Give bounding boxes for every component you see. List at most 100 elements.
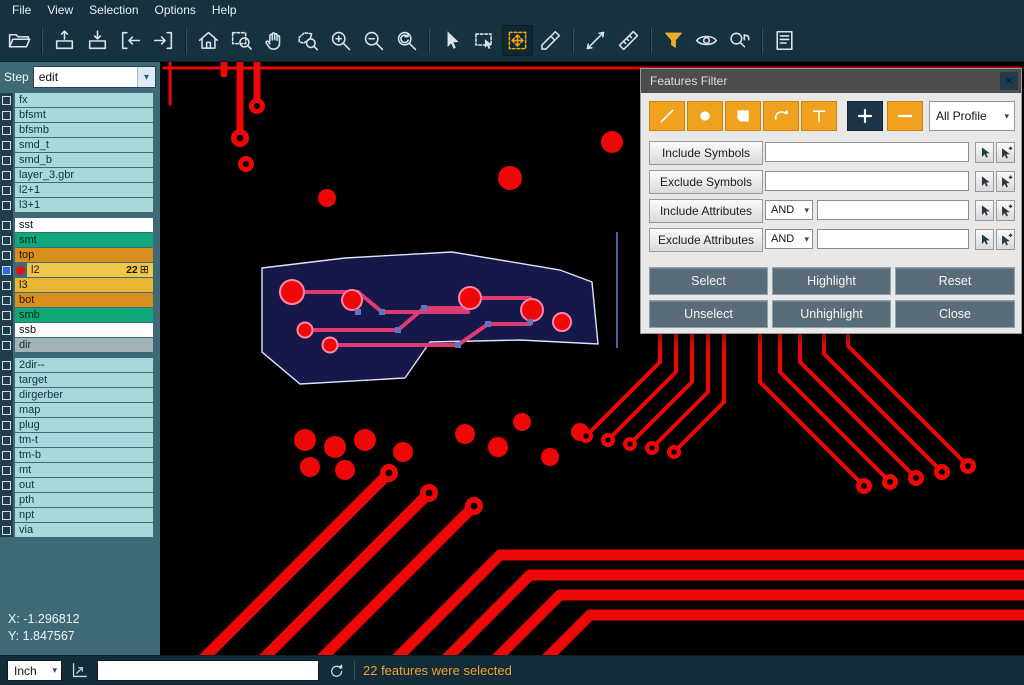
layer-visibility-checkbox[interactable]: [0, 96, 13, 105]
layer-name-bar[interactable]: pth: [15, 493, 153, 507]
layer-visibility-checkbox[interactable]: [0, 341, 13, 350]
layer-row-bot[interactable]: bot: [0, 293, 160, 307]
exclude-symbols-button[interactable]: Exclude Symbols: [649, 170, 763, 194]
layer-row-layer_3.gbr[interactable]: layer_3.gbr: [0, 168, 160, 182]
measure-diagonal-button[interactable]: [580, 25, 611, 56]
layer-name-bar[interactable]: plug: [15, 418, 153, 432]
layer-name-bar[interactable]: smt: [15, 233, 153, 247]
layer-name-bar[interactable]: bfsmt: [15, 108, 153, 122]
layer-row-smt[interactable]: smt: [0, 233, 160, 247]
layer-name-bar[interactable]: top: [15, 248, 153, 262]
layer-visibility-checkbox[interactable]: [0, 466, 13, 475]
layer-row-dir[interactable]: dir: [0, 338, 160, 352]
layer-visibility-checkbox[interactable]: [0, 511, 13, 520]
layer-visibility-checkbox[interactable]: [0, 481, 13, 490]
add-filter-button[interactable]: [847, 101, 883, 131]
layer-name-bar[interactable]: dir: [15, 338, 153, 352]
layer-row-smb[interactable]: smb: [0, 308, 160, 322]
menu-view[interactable]: View: [39, 1, 81, 19]
layer-name-bar[interactable]: target: [15, 373, 153, 387]
profile-select[interactable]: All Profile ▾: [929, 101, 1015, 131]
pick-add-button[interactable]: [996, 229, 1015, 250]
exclude-attributes-button[interactable]: Exclude Attributes: [649, 228, 763, 252]
layer-name-bar[interactable]: sst: [15, 218, 153, 232]
layer-row-l2+1[interactable]: l2+1: [0, 183, 160, 197]
layer-row-bfsmt[interactable]: bfsmt: [0, 108, 160, 122]
layer-visibility-checkbox[interactable]: [0, 236, 13, 245]
layer-name-bar[interactable]: l3: [15, 278, 153, 292]
layer-row-tm-t[interactable]: tm-t: [0, 433, 160, 447]
layer-name-bar[interactable]: bot: [15, 293, 153, 307]
exclude-attributes-input[interactable]: [817, 229, 969, 249]
layer-name-bar[interactable]: dirgerber: [15, 388, 153, 402]
layer-name-bar[interactable]: via: [15, 523, 153, 537]
layer-row-smd_t[interactable]: smd_t: [0, 138, 160, 152]
layer-name-bar[interactable]: layer_3.gbr: [15, 168, 153, 182]
include-attributes-button[interactable]: Include Attributes: [649, 199, 763, 223]
layer-row-map[interactable]: map: [0, 403, 160, 417]
layer-visibility-checkbox[interactable]: [0, 361, 13, 370]
import-down-button[interactable]: [82, 25, 113, 56]
layer-visibility-checkbox[interactable]: [0, 251, 13, 260]
zoom-in-button[interactable]: [325, 25, 356, 56]
unit-select[interactable]: Inch ▾: [7, 660, 62, 681]
layer-name-bar[interactable]: map: [15, 403, 153, 417]
layer-name-bar[interactable]: bfsmb: [15, 123, 153, 137]
layer-visibility-checkbox[interactable]: [0, 126, 13, 135]
step-select[interactable]: edit ▾: [33, 66, 156, 88]
home-button[interactable]: [193, 25, 224, 56]
layer-name-bar[interactable]: tm-t: [15, 433, 153, 447]
layer-row-ssb[interactable]: ssb: [0, 323, 160, 337]
zoom-window-button[interactable]: [226, 25, 257, 56]
layer-visibility-checkbox[interactable]: [0, 111, 13, 120]
menu-help[interactable]: Help: [204, 1, 245, 19]
menu-selection[interactable]: Selection: [81, 1, 146, 19]
layer-row-plug[interactable]: plug: [0, 418, 160, 432]
filter-reset-button[interactable]: Reset: [895, 267, 1015, 295]
pick-from-canvas-button[interactable]: [975, 229, 994, 250]
filter-select-button[interactable]: Select: [649, 267, 768, 295]
export-left-button[interactable]: [115, 25, 146, 56]
dialog-titlebar[interactable]: Features Filter ✕: [641, 69, 1021, 93]
layer-visibility-checkbox[interactable]: [0, 421, 13, 430]
layer-name-bar[interactable]: l3+1: [15, 198, 153, 212]
layer-visibility-checkbox[interactable]: [0, 186, 13, 195]
layer-row-top[interactable]: top: [0, 248, 160, 262]
layer-row-dirgerber[interactable]: dirgerber: [0, 388, 160, 402]
layer-name-bar[interactable]: mt: [15, 463, 153, 477]
pick-add-button[interactable]: [996, 142, 1015, 163]
pan-hand-button[interactable]: [259, 25, 290, 56]
brush-button[interactable]: [535, 25, 566, 56]
layer-row-target[interactable]: target: [0, 373, 160, 387]
surface-filter-button[interactable]: [725, 101, 761, 131]
pointer-button[interactable]: [436, 25, 467, 56]
layer-row-l2[interactable]: l222⊞: [0, 263, 160, 277]
layer-row-2dir--[interactable]: 2dir--: [0, 358, 160, 372]
layer-visibility-checkbox[interactable]: [0, 451, 13, 460]
layer-row-mt[interactable]: mt: [0, 463, 160, 477]
layer-name-bar[interactable]: npt: [15, 508, 153, 522]
chevron-down-icon[interactable]: ▾: [137, 67, 155, 87]
layer-name-bar[interactable]: l222⊞: [27, 263, 153, 277]
matrix-icon[interactable]: ⊞: [140, 265, 149, 276]
eye-button[interactable]: [691, 25, 722, 56]
search-in-button[interactable]: [724, 25, 755, 56]
pick-from-canvas-button[interactable]: [975, 142, 994, 163]
arc-filter-button[interactable]: [763, 101, 799, 131]
export-right-button[interactable]: [148, 25, 179, 56]
layer-name-bar[interactable]: ssb: [15, 323, 153, 337]
filter-unhighlight-button[interactable]: Unhighlight: [772, 300, 891, 328]
layer-name-bar[interactable]: 2dir--: [15, 358, 153, 372]
select-features-button[interactable]: [502, 25, 533, 56]
layer-row-npt[interactable]: npt: [0, 508, 160, 522]
line-filter-button[interactable]: [649, 101, 685, 131]
pick-add-button[interactable]: [996, 171, 1015, 192]
layer-visibility-checkbox[interactable]: [0, 391, 13, 400]
layer-row-l3+1[interactable]: l3+1: [0, 198, 160, 212]
layer-row-pth[interactable]: pth: [0, 493, 160, 507]
layer-visibility-checkbox[interactable]: [0, 171, 13, 180]
layer-visibility-checkbox[interactable]: [0, 296, 13, 305]
pick-add-button[interactable]: [996, 200, 1015, 221]
layer-visibility-checkbox[interactable]: [0, 406, 13, 415]
layer-visibility-checkbox[interactable]: [0, 281, 13, 290]
